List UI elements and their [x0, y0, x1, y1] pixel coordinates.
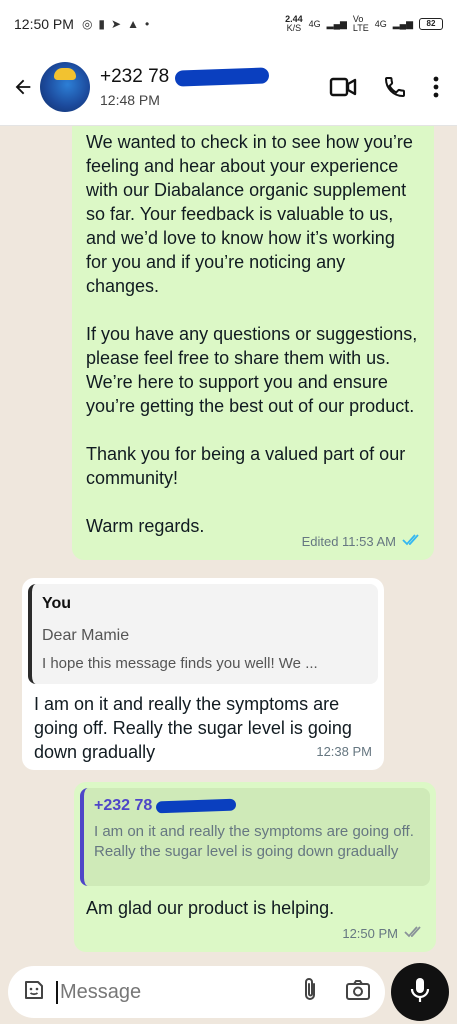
message-meta: 12:50 PM: [342, 922, 424, 946]
message-text: Am glad our product is helping.: [86, 898, 335, 918]
telegram-icon: ➤: [111, 17, 122, 31]
message-meta: Edited 11:53 AM: [302, 530, 422, 554]
status-bar: 12:50 PM ◎ ▮ ➤ ▲ • 2.44 K/S 4G ▂▄▆ Vo LT…: [0, 0, 457, 48]
avatar[interactable]: [40, 61, 90, 112]
message-input[interactable]: Message: [8, 966, 385, 1018]
voice-call-icon[interactable]: [383, 75, 407, 99]
chat-icon: ▮: [98, 17, 106, 31]
microphone-icon: [409, 976, 431, 1009]
composer-icons: [301, 977, 371, 1008]
message-text: I am on it and really the symptoms are g…: [34, 694, 352, 762]
volte: Vo LTE: [352, 14, 369, 33]
quoted-message[interactable]: +232 78 I am on it and really the sympto…: [80, 788, 430, 886]
sticker-icon[interactable]: [22, 978, 46, 1007]
double-check-icon: [404, 922, 424, 946]
message-time: 12:50 PM: [342, 926, 398, 941]
mic-button[interactable]: [391, 963, 449, 1021]
message-outgoing[interactable]: +232 78 I am on it and really the sympto…: [74, 782, 436, 952]
message-time: Edited 11:53 AM: [301, 534, 396, 549]
redaction-mark: [156, 798, 237, 814]
quote-text: I am on it and really the symptoms are g…: [94, 823, 414, 860]
message-paragraph: We wanted to check in to see how you’re …: [86, 132, 418, 296]
contact-name: +232 78: [100, 66, 270, 88]
back-arrow-icon[interactable]: [10, 74, 36, 100]
header-actions: [329, 75, 447, 99]
camera-icon[interactable]: [345, 979, 371, 1006]
status-time: 12:50 PM: [14, 16, 74, 32]
dot-icon: •: [144, 17, 150, 31]
quote-line: I hope this message finds you well! We .…: [42, 655, 318, 672]
video-call-icon[interactable]: [329, 76, 357, 98]
message-time: 12:38 PM: [316, 744, 372, 759]
message-meta: 12:38 PM: [316, 740, 372, 764]
signal-1: 4G: [308, 19, 321, 29]
signal-bars-icon: ▂▄▆: [392, 18, 413, 29]
quote-author: +232 78: [94, 794, 420, 818]
status-right: 2.44 K/S 4G ▂▄▆ Vo LTE 4G ▂▄▆ 82: [285, 15, 443, 33]
message-incoming[interactable]: You Dear Mamie I hope this message finds…: [22, 578, 384, 770]
android-icon: ▲: [127, 17, 139, 31]
double-check-icon: [402, 530, 422, 554]
quote-line: Dear Mamie: [42, 627, 130, 644]
network-speed: 2.44 K/S: [285, 14, 303, 33]
quote-author: You: [42, 595, 72, 612]
message-outgoing[interactable]: We wanted to check in to see how you’re …: [72, 126, 434, 560]
notification-icons: ◎ ▮ ➤ ▲ •: [82, 17, 149, 31]
contact-status: 12:48 PM: [100, 91, 160, 108]
redaction-mark: [174, 66, 270, 87]
message-paragraph: If you have any questions or suggestions…: [86, 324, 423, 416]
message-paragraph: Thank you for being a valued part of our…: [86, 444, 411, 488]
contact-info[interactable]: +232 78 12:48 PM: [100, 66, 270, 108]
chat-header: +232 78 12:48 PM: [0, 48, 457, 126]
more-options-icon[interactable]: [433, 75, 439, 99]
attach-icon[interactable]: [301, 977, 319, 1008]
composer-bar: Message: [0, 960, 457, 1024]
message-placeholder: Message: [56, 980, 141, 1004]
battery-indicator: 82: [419, 18, 443, 30]
whatsapp-icon: ◎: [81, 17, 93, 31]
chat-area[interactable]: We wanted to check in to see how you’re …: [0, 126, 457, 960]
signal-bars-icon: ▂▄▆: [326, 18, 347, 29]
quoted-message[interactable]: You Dear Mamie I hope this message finds…: [28, 584, 378, 684]
signal-2: 4G: [374, 19, 387, 29]
